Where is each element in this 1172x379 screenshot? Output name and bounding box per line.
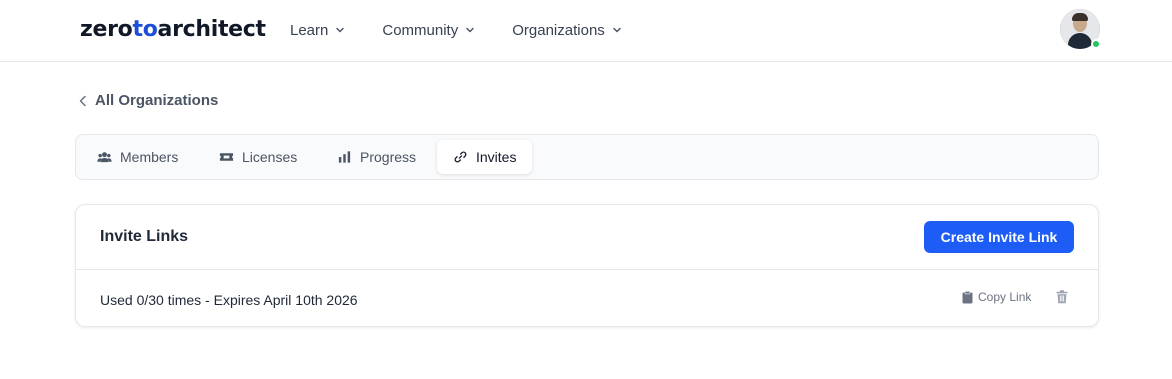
card-header: Invite Links Create Invite Link xyxy=(76,205,1098,270)
nav-organizations-label: Organizations xyxy=(512,21,605,39)
back-link-label: All Organizations xyxy=(95,92,219,109)
top-navigation-bar: zerotoarchitect Learn Community Organiza… xyxy=(0,0,1172,62)
copy-link-label: Copy Link xyxy=(978,290,1032,304)
main-nav: Learn Community Organizations xyxy=(290,20,659,40)
tab-licenses[interactable]: Licenses xyxy=(203,140,313,174)
chevron-left-icon xyxy=(79,95,86,106)
ticket-icon xyxy=(219,153,234,161)
back-to-all-organizations-link[interactable]: All Organizations xyxy=(77,92,218,109)
brand-part-architect: architect xyxy=(157,17,267,42)
nav-learn[interactable]: Learn xyxy=(290,20,346,40)
tab-members-label: Members xyxy=(120,149,179,165)
link-icon xyxy=(454,151,467,163)
card-title: Invite Links xyxy=(100,228,189,245)
chevron-down-icon xyxy=(336,27,345,33)
nav-community-label: Community xyxy=(382,21,459,39)
list-item: Used 0/30 times - Expires April 10th 202… xyxy=(76,270,1098,328)
invite-usage-text: Used 0/30 times - Expires April 10th 202… xyxy=(100,292,358,308)
tab-members[interactable]: Members xyxy=(81,140,194,174)
nav-community[interactable]: Community xyxy=(382,20,476,40)
create-invite-link-button[interactable]: Create Invite Link xyxy=(924,221,1074,253)
tab-licenses-label: Licenses xyxy=(242,149,298,165)
invite-links-card: Invite Links Create Invite Link Used 0/3… xyxy=(75,204,1099,327)
brand-part-zero: zero xyxy=(80,17,133,42)
tab-invites[interactable]: Invites xyxy=(437,140,533,174)
trash-icon[interactable] xyxy=(1056,290,1068,304)
avatar-body-shape xyxy=(1068,33,1092,49)
nav-learn-label: Learn xyxy=(290,21,329,39)
users-icon xyxy=(97,152,112,163)
tab-progress-label: Progress xyxy=(360,149,417,165)
chevron-down-icon xyxy=(466,27,474,33)
clipboard-icon xyxy=(962,290,973,303)
organization-tabs: Members Licenses Progress Invites xyxy=(75,134,1099,180)
nav-organizations[interactable]: Organizations xyxy=(512,20,623,40)
copy-link-button[interactable]: Copy Link xyxy=(962,290,1031,304)
online-status-dot xyxy=(1091,39,1101,49)
tab-progress[interactable]: Progress xyxy=(321,140,432,174)
tab-invites-label: Invites xyxy=(476,149,517,165)
brand-logo[interactable]: zerotoarchitect xyxy=(80,17,266,42)
bar-chart-icon xyxy=(338,151,351,163)
chevron-down-icon xyxy=(613,27,621,33)
avatar-hair-shape xyxy=(1072,13,1088,21)
brand-part-to: to xyxy=(132,17,158,42)
